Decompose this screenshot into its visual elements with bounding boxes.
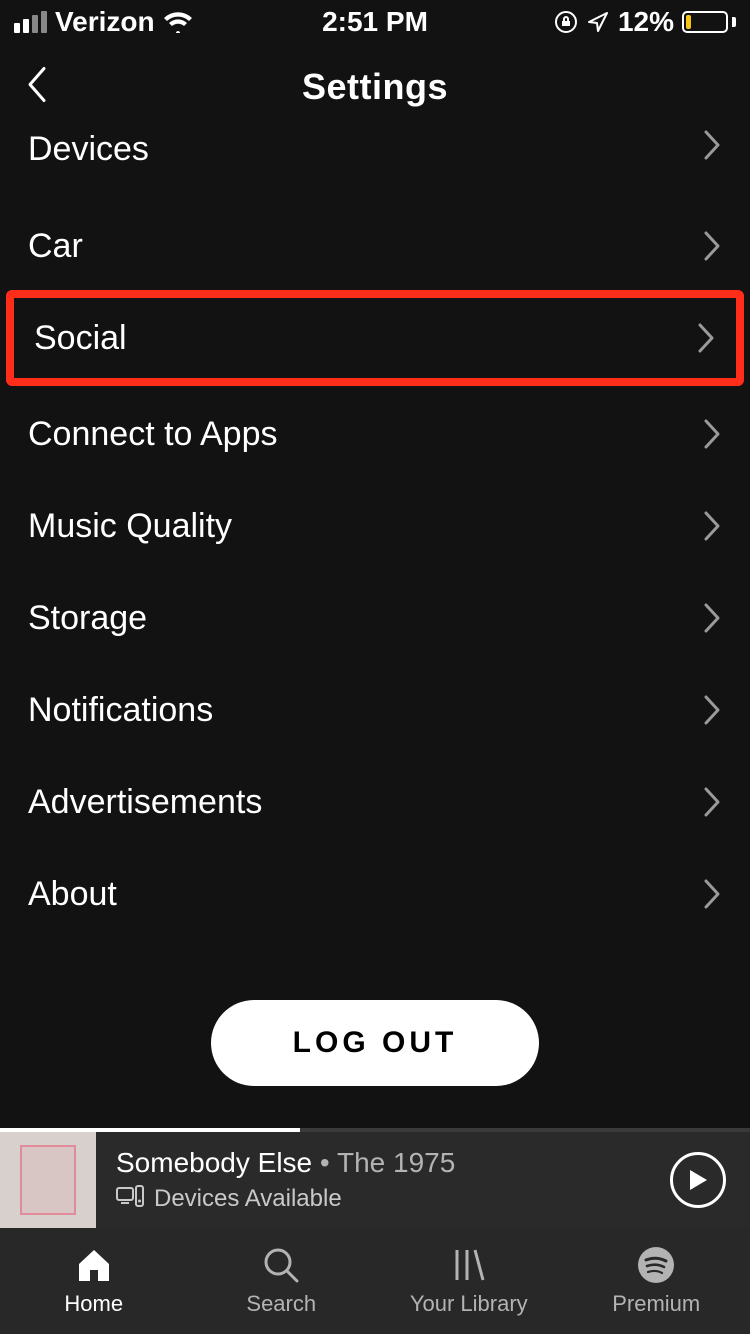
- battery-icon: [682, 11, 736, 33]
- row-car[interactable]: Car: [0, 200, 750, 292]
- chevron-right-icon: [702, 419, 722, 449]
- chevron-right-icon: [702, 511, 722, 541]
- tab-your-library[interactable]: Your Library: [375, 1228, 563, 1334]
- header: Settings: [0, 44, 750, 130]
- row-label: Notifications: [28, 691, 213, 730]
- row-label: Advertisements: [28, 783, 262, 822]
- carrier-label: Verizon: [55, 6, 155, 38]
- status-bar: Verizon 2:51 PM 12%: [0, 0, 750, 44]
- now-playing-line1: Somebody Else • The 1975: [116, 1147, 650, 1179]
- row-label: Storage: [28, 599, 147, 638]
- wifi-icon: [163, 11, 193, 33]
- row-advertisements[interactable]: Advertisements: [0, 756, 750, 848]
- row-social[interactable]: Social: [6, 290, 744, 386]
- row-label: Car: [28, 227, 83, 266]
- tab-label: Home: [64, 1291, 123, 1317]
- logout-button[interactable]: LOG OUT: [211, 1000, 540, 1086]
- chevron-right-icon: [696, 323, 716, 353]
- chevron-right-icon: [702, 603, 722, 633]
- track-title: Somebody Else: [116, 1147, 312, 1178]
- back-button[interactable]: [24, 65, 52, 110]
- track-artist: The 1975: [337, 1147, 455, 1178]
- chevron-right-icon: [702, 695, 722, 725]
- status-left: Verizon: [14, 6, 193, 38]
- row-label: Devices: [28, 130, 149, 169]
- tab-home[interactable]: Home: [0, 1228, 188, 1334]
- search-icon: [261, 1245, 301, 1285]
- tab-search[interactable]: Search: [188, 1228, 376, 1334]
- row-label: Social: [34, 319, 127, 358]
- chevron-right-icon: [702, 130, 722, 160]
- track-separator: •: [312, 1147, 337, 1178]
- signal-icon: [14, 11, 47, 33]
- tab-label: Your Library: [410, 1291, 528, 1317]
- row-label: Music Quality: [28, 507, 232, 546]
- row-about[interactable]: About: [0, 848, 750, 940]
- tab-label: Premium: [612, 1291, 700, 1317]
- row-notifications[interactable]: Notifications: [0, 664, 750, 756]
- status-right: 12%: [554, 6, 736, 38]
- now-playing-bar[interactable]: Somebody Else • The 1975 Devices Availab…: [0, 1132, 750, 1228]
- row-music-quality[interactable]: Music Quality: [0, 480, 750, 572]
- tab-label: Search: [246, 1291, 316, 1317]
- row-devices[interactable]: Devices: [0, 130, 750, 200]
- devices-icon: [116, 1185, 144, 1214]
- chevron-right-icon: [702, 879, 722, 909]
- devices-label: Devices Available: [154, 1185, 342, 1213]
- row-label: Connect to Apps: [28, 415, 278, 454]
- chevron-right-icon: [702, 787, 722, 817]
- now-playing-text: Somebody Else • The 1975 Devices Availab…: [116, 1147, 650, 1214]
- play-button[interactable]: [670, 1152, 726, 1208]
- tab-premium[interactable]: Premium: [563, 1228, 750, 1334]
- row-label: About: [28, 875, 117, 914]
- screen: Verizon 2:51 PM 12% Settings: [0, 0, 750, 1334]
- row-connect-to-apps[interactable]: Connect to Apps: [0, 388, 750, 480]
- tab-bar: Home Search Your Library Premium: [0, 1228, 750, 1334]
- devices-available[interactable]: Devices Available: [116, 1185, 650, 1214]
- library-icon: [449, 1245, 489, 1285]
- album-art: [0, 1132, 96, 1228]
- battery-percent: 12%: [618, 6, 674, 38]
- home-icon: [74, 1245, 114, 1285]
- chevron-right-icon: [702, 231, 722, 261]
- logout-wrap: LOG OUT: [0, 940, 750, 1106]
- orientation-lock-icon: [554, 10, 578, 34]
- spotify-icon: [636, 1245, 676, 1285]
- status-time: 2:51 PM: [322, 6, 428, 38]
- page-title: Settings: [302, 66, 448, 108]
- location-icon: [586, 10, 610, 34]
- settings-list: Devices Car Social Connect to Apps Music…: [0, 130, 750, 1128]
- row-storage[interactable]: Storage: [0, 572, 750, 664]
